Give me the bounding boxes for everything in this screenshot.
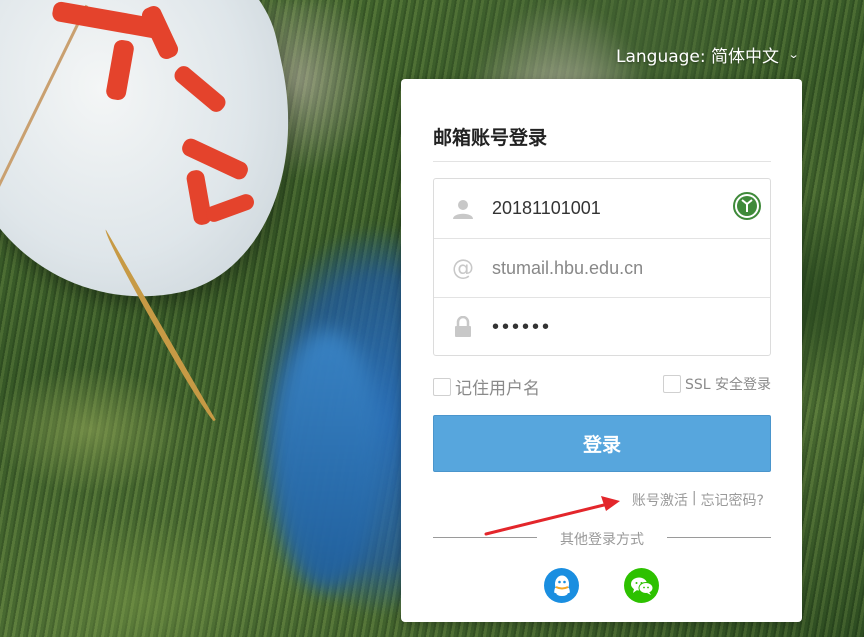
password-field[interactable]: •••••• — [434, 297, 770, 356]
divider-line — [667, 537, 771, 538]
domain-field[interactable]: @ stumail.hbu.edu.cn — [434, 238, 770, 297]
username-value: 20181101001 — [492, 198, 601, 218]
ssl-login-checkbox[interactable]: SSL 安全登录 — [662, 374, 771, 394]
at-icon: @ — [452, 255, 474, 281]
ssl-login-label: SSL 安全登录 — [684, 377, 771, 393]
qq-login-button[interactable] — [544, 568, 579, 603]
account-links: 账号激活 | 忘记密码? — [632, 490, 764, 510]
annotation-arrow — [484, 496, 620, 536]
login-card: 邮箱账号登录 20181101001 @ stumail.hbu.edu.cn … — [401, 79, 802, 622]
lock-icon — [434, 316, 492, 338]
user-icon — [434, 198, 492, 220]
title-divider — [433, 161, 771, 162]
password-value: •••••• — [492, 315, 553, 338]
checkbox-box[interactable] — [662, 375, 681, 393]
qq-icon — [553, 575, 570, 596]
remember-username-checkbox[interactable]: 记住用户名 — [433, 374, 540, 399]
checkbox-box[interactable] — [433, 377, 451, 396]
wechat-login-button[interactable] — [624, 568, 659, 603]
language-label: Language: 简体中文 — [616, 47, 780, 67]
key-icon[interactable] — [733, 192, 761, 220]
login-button[interactable]: 登录 — [433, 415, 771, 472]
username-field[interactable]: 20181101001 — [434, 179, 770, 238]
chevron-down-icon: ⌄ — [787, 48, 800, 61]
login-fields: 20181101001 @ stumail.hbu.edu.cn •••••• — [433, 178, 771, 356]
wechat-icon — [630, 577, 653, 595]
forgot-password-link[interactable]: 忘记密码? — [701, 490, 764, 510]
login-title: 邮箱账号登录 — [433, 127, 548, 149]
login-options: 记住用户名 SSL 安全登录 — [433, 374, 771, 399]
leaf-vein — [0, 4, 89, 240]
domain-value: stumail.hbu.edu.cn — [492, 257, 644, 278]
activate-account-link[interactable]: 账号激活 — [632, 490, 688, 510]
link-separator: | — [691, 490, 697, 506]
remember-username-label: 记住用户名 — [455, 379, 540, 399]
language-selector[interactable]: Language: 简体中文 ⌄ — [616, 42, 800, 67]
blurred-blue-object — [272, 330, 382, 590]
